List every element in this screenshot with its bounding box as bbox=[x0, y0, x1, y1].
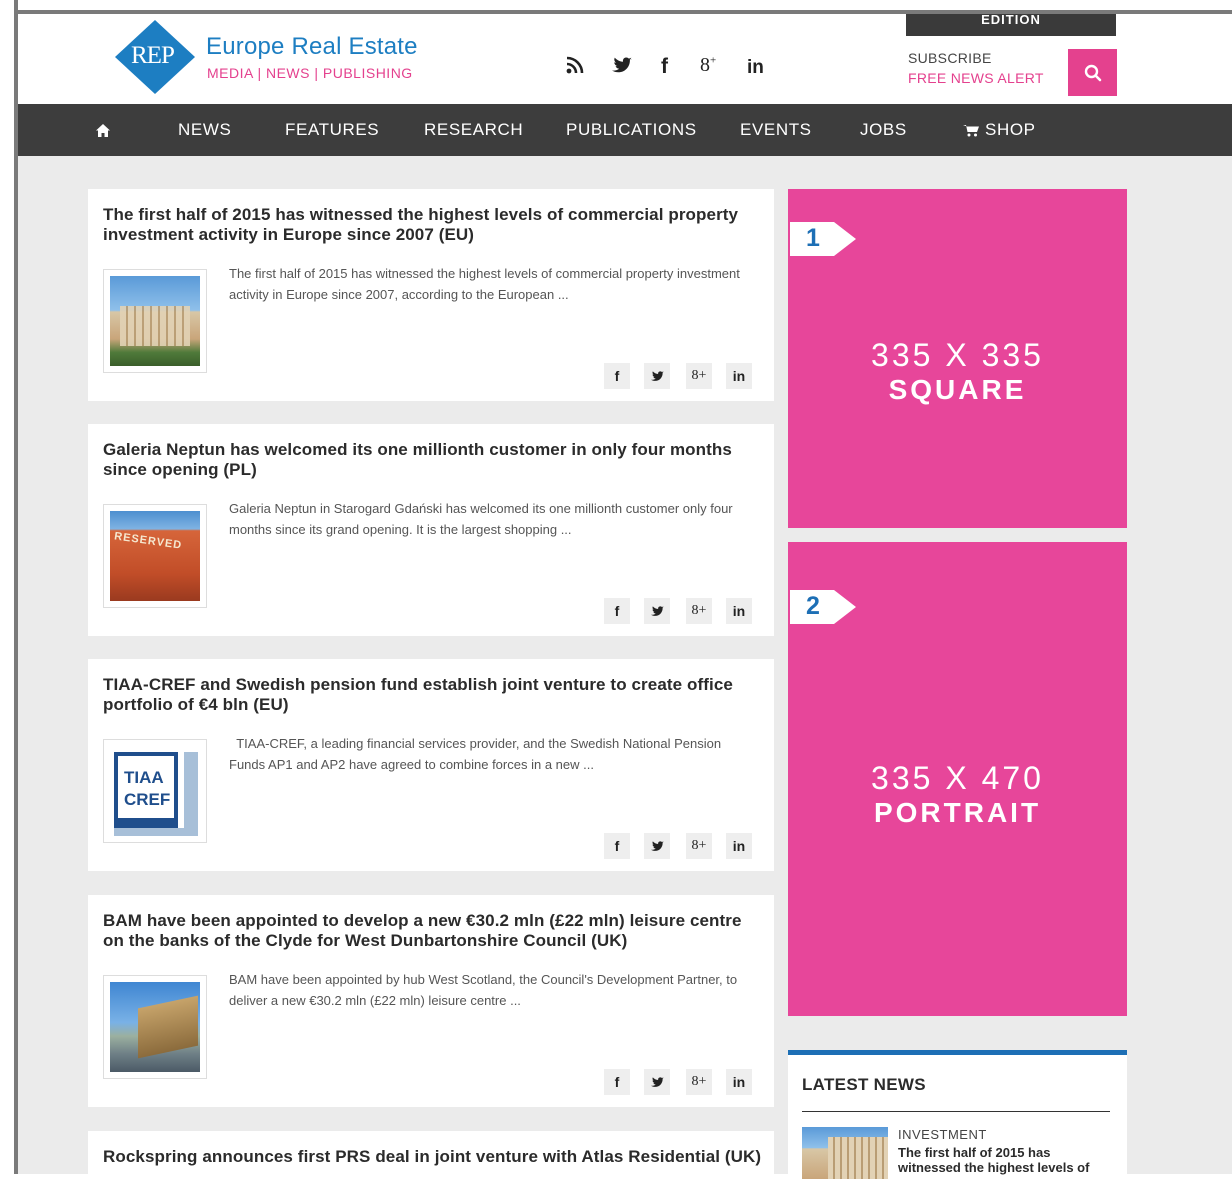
twitter-icon bbox=[650, 840, 664, 851]
google-plus-icon: 8+ bbox=[691, 368, 707, 383]
logo-badge-icon[interactable]: REP bbox=[115, 20, 195, 94]
article-title[interactable]: Galeria Neptun has welcomed its one mill… bbox=[103, 440, 763, 480]
subscribe-label: SUBSCRIBE bbox=[908, 50, 992, 66]
google-plus-icon: 8+ bbox=[691, 1074, 707, 1089]
linkedin-icon: in bbox=[732, 838, 746, 854]
linkedin-icon[interactable]: in bbox=[747, 57, 764, 79]
google-plus-icon[interactable]: 8+ bbox=[700, 54, 716, 77]
facebook-icon: f bbox=[614, 368, 620, 384]
rss-icon[interactable] bbox=[566, 56, 584, 79]
share-twitter-button[interactable] bbox=[644, 598, 670, 624]
search-button[interactable] bbox=[1068, 49, 1117, 96]
share-googleplus-button[interactable]: 8+ bbox=[686, 833, 712, 859]
facebook-icon: f bbox=[614, 838, 620, 854]
tiaa-logo-line1: TIAA bbox=[124, 768, 164, 787]
share-twitter-button[interactable] bbox=[644, 1069, 670, 1095]
latest-news-widget: LATEST NEWS INVESTMENT The first half of… bbox=[788, 1050, 1127, 1179]
share-twitter-button[interactable] bbox=[644, 363, 670, 389]
article-title[interactable]: TIAA-CREF and Swedish pension fund estab… bbox=[103, 675, 763, 715]
latest-news-divider bbox=[802, 1111, 1110, 1112]
twitter-icon[interactable] bbox=[612, 57, 632, 79]
share-googleplus-button[interactable]: 8+ bbox=[686, 598, 712, 624]
article-excerpt: Galeria Neptun in Starogard Gdański has … bbox=[229, 501, 733, 537]
share-facebook-button[interactable]: f bbox=[604, 1069, 630, 1095]
share-facebook-button[interactable]: f bbox=[604, 598, 630, 624]
linkedin-icon: in bbox=[732, 1074, 746, 1090]
main-navigation: NEWS FEATURES RESEARCH PUBLICATIONS EVEN… bbox=[18, 104, 1232, 156]
share-linkedin-button[interactable]: in bbox=[726, 598, 752, 624]
article-card: Galeria Neptun has welcomed its one mill… bbox=[88, 424, 774, 636]
logo-badge-text: REP bbox=[131, 42, 175, 69]
edition-tab[interactable]: EDITION bbox=[906, 14, 1116, 36]
article-excerpt: The first half of 2015 has witnessed the… bbox=[229, 266, 740, 302]
nav-home[interactable] bbox=[96, 104, 110, 156]
logo-subtitle: MEDIA | NEWS | PUBLISHING bbox=[207, 65, 413, 81]
google-plus-icon: 8+ bbox=[691, 838, 707, 853]
ad-marker-number: 1 bbox=[806, 224, 820, 252]
article-thumbnail[interactable] bbox=[103, 269, 207, 373]
nav-shop-label: SHOP bbox=[985, 120, 1036, 139]
free-news-alert-link[interactable]: FREE NEWS ALERT bbox=[908, 70, 1044, 86]
twitter-icon bbox=[650, 370, 664, 381]
article-title[interactable]: BAM have been appointed to develop a new… bbox=[103, 911, 763, 951]
home-icon bbox=[96, 124, 110, 138]
latest-news-category[interactable]: INVESTMENT bbox=[898, 1127, 987, 1142]
cart-icon bbox=[963, 125, 979, 137]
share-twitter-button[interactable] bbox=[644, 833, 670, 859]
share-googleplus-button[interactable]: 8+ bbox=[686, 1069, 712, 1095]
latest-news-thumbnail[interactable] bbox=[802, 1127, 888, 1179]
share-linkedin-button[interactable]: in bbox=[726, 1069, 752, 1095]
share-googleplus-button[interactable]: 8+ bbox=[686, 363, 712, 389]
share-linkedin-button[interactable]: in bbox=[726, 363, 752, 389]
article-thumbnail[interactable] bbox=[103, 975, 207, 1079]
ad-marker-number: 2 bbox=[806, 592, 820, 620]
ad-position-marker: 1 bbox=[790, 222, 856, 256]
latest-news-headline[interactable]: The first half of 2015 has witnessed the… bbox=[898, 1145, 1108, 1175]
thumbnail-sign-text: RESERVED bbox=[113, 530, 183, 552]
logo-title[interactable]: Europe Real Estate bbox=[206, 33, 418, 61]
article-excerpt: BAM have been appointed by hub West Scot… bbox=[229, 972, 738, 1008]
article-card: BAM have been appointed to develop a new… bbox=[88, 895, 774, 1107]
latest-news-title: LATEST NEWS bbox=[802, 1075, 926, 1094]
article-card: The first half of 2015 has witnessed the… bbox=[88, 189, 774, 401]
ad-square-label: 335 X 335 SQUARE bbox=[788, 337, 1127, 406]
facebook-icon: f bbox=[614, 1074, 620, 1090]
ad-position-marker: 2 bbox=[790, 590, 856, 624]
ad-portrait-label: 335 X 470 PORTRAIT bbox=[788, 760, 1127, 829]
article-excerpt: TIAA-CREF, a leading financial services … bbox=[229, 736, 725, 772]
nav-shop[interactable]: SHOP bbox=[963, 104, 1036, 156]
share-linkedin-button[interactable]: in bbox=[726, 833, 752, 859]
article-thumbnail[interactable]: RESERVED bbox=[103, 504, 207, 608]
ad-kind-text: PORTRAIT bbox=[873, 797, 1042, 828]
tiaa-logo-line2: CREF bbox=[124, 790, 171, 809]
nav-news[interactable]: NEWS bbox=[178, 104, 231, 156]
share-facebook-button[interactable]: f bbox=[604, 363, 630, 389]
nav-research[interactable]: RESEARCH bbox=[424, 104, 523, 156]
article-card: TIAA-CREF and Swedish pension fund estab… bbox=[88, 659, 774, 871]
ad-size-text: 335 X 335 bbox=[871, 337, 1044, 373]
ad-kind-text: SQUARE bbox=[888, 374, 1027, 405]
linkedin-icon: in bbox=[732, 603, 746, 619]
article-title[interactable]: The first half of 2015 has witnessed the… bbox=[103, 205, 763, 245]
article-thumbnail[interactable]: TIAA CREF bbox=[103, 739, 207, 843]
article-title[interactable]: Rockspring announces first PRS deal in j… bbox=[103, 1147, 763, 1167]
nav-events[interactable]: EVENTS bbox=[740, 104, 812, 156]
facebook-icon: f bbox=[614, 603, 620, 619]
ad-size-text: 335 X 470 bbox=[871, 760, 1044, 796]
google-plus-icon: 8+ bbox=[691, 603, 707, 618]
linkedin-icon: in bbox=[732, 368, 746, 384]
search-icon bbox=[1084, 64, 1101, 81]
nav-publications[interactable]: PUBLICATIONS bbox=[566, 104, 697, 156]
twitter-icon bbox=[650, 605, 664, 616]
share-facebook-button[interactable]: f bbox=[604, 833, 630, 859]
article-card: Rockspring announces first PRS deal in j… bbox=[88, 1131, 774, 1174]
nav-features[interactable]: FEATURES bbox=[285, 104, 379, 156]
facebook-icon[interactable]: f bbox=[661, 55, 668, 79]
twitter-icon bbox=[650, 1076, 664, 1087]
nav-jobs[interactable]: JOBS bbox=[860, 104, 907, 156]
